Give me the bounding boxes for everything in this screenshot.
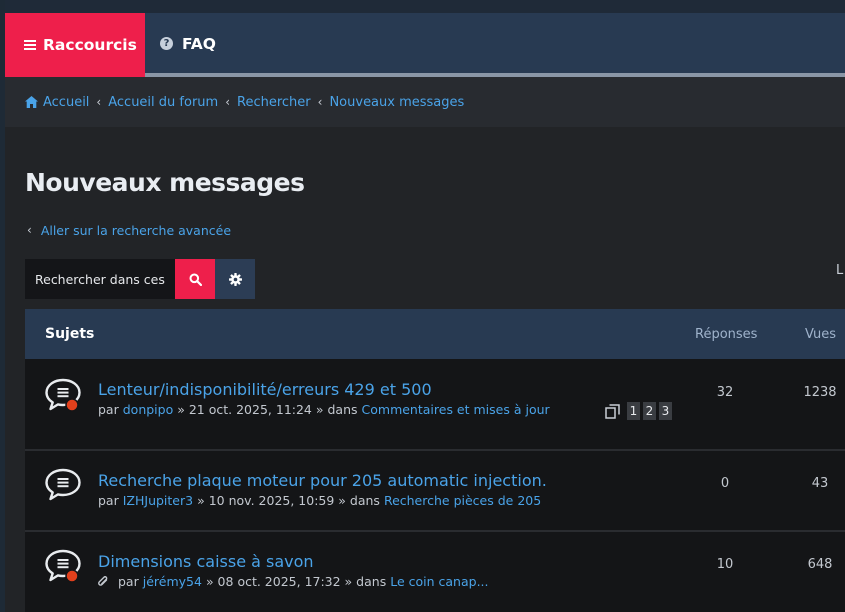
search-input[interactable]: Rechercher dans ces xyxy=(25,259,175,299)
breadcrumb-home[interactable]: Accueil xyxy=(43,95,89,110)
header-topics: Sujets xyxy=(45,326,95,342)
gear-icon xyxy=(228,272,242,286)
paperclip-icon xyxy=(98,575,108,586)
post-date: » 21 oct. 2025, 11:24 » dans xyxy=(177,402,358,417)
topic-title-link[interactable]: Recherche plaque moteur pour 205 automat… xyxy=(98,471,547,490)
by-prefix: par xyxy=(98,402,119,417)
topics-table-header: Sujets Réponses Vues xyxy=(25,309,845,359)
views-count: 648 xyxy=(807,557,833,572)
breadcrumb-forum-index[interactable]: Accueil du forum xyxy=(108,95,218,110)
topic-unread-icon xyxy=(45,378,81,412)
raccourcis-menu-button[interactable]: Raccourcis xyxy=(5,13,145,77)
forum-link[interactable]: Commentaires et mises à jour xyxy=(362,402,550,417)
raccourcis-label: Raccourcis xyxy=(43,36,137,54)
advanced-search-link[interactable]: ‹ Aller sur la recherche avancée xyxy=(27,221,231,239)
forum-link[interactable]: Le coin canap... xyxy=(390,574,488,589)
topic-meta: par IZHJupiter3 » 10 nov. 2025, 10:59 » … xyxy=(98,493,541,508)
author-link[interactable]: IZHJupiter3 xyxy=(123,493,193,508)
topic-read-icon xyxy=(45,468,81,501)
replies-count: 10 xyxy=(716,557,734,572)
pages-icon xyxy=(605,403,620,419)
page-2-button[interactable]: 2 xyxy=(643,402,656,420)
breadcrumb-separator-icon: ‹ xyxy=(225,95,231,109)
truncated-text: L xyxy=(836,263,844,278)
hamburger-icon xyxy=(24,38,36,52)
breadcrumb-search[interactable]: Rechercher xyxy=(237,95,311,110)
faq-link[interactable]: ? FAQ xyxy=(160,13,216,74)
breadcrumb-new-posts[interactable]: Nouveaux messages xyxy=(329,95,464,110)
table-row: Recherche plaque moteur pour 205 automat… xyxy=(25,451,845,530)
author-link[interactable]: jérémy54 xyxy=(143,574,202,589)
topic-unread-icon xyxy=(45,549,81,583)
page-3-button[interactable]: 3 xyxy=(659,402,672,420)
topic-title-link[interactable]: Dimensions caisse à savon xyxy=(98,552,314,571)
topic-pagination: 1 2 3 xyxy=(605,402,675,420)
header-views: Vues xyxy=(805,326,837,342)
by-prefix: par xyxy=(98,493,119,508)
page-1-button[interactable]: 1 xyxy=(627,402,640,420)
search-button[interactable] xyxy=(175,259,215,299)
table-row: Dimensions caisse à savon par jérémy54 »… xyxy=(25,532,845,612)
chevron-left-icon: ‹ xyxy=(27,223,32,237)
replies-count: 0 xyxy=(720,476,730,491)
topic-title-link[interactable]: Lenteur/indisponibilité/erreurs 429 et 5… xyxy=(98,380,432,399)
top-band xyxy=(0,0,845,13)
header-replies: Réponses xyxy=(695,326,758,342)
topic-meta: par jérémy54 » 08 oct. 2025, 17:32 » dan… xyxy=(98,574,489,589)
page-title: Nouveaux messages xyxy=(25,168,305,197)
search-options-button[interactable] xyxy=(215,259,255,299)
search-icon xyxy=(189,273,202,286)
by-prefix: par xyxy=(118,574,139,589)
views-count: 43 xyxy=(811,476,829,491)
replies-count: 32 xyxy=(716,385,734,400)
breadcrumb-separator-icon: ‹ xyxy=(96,95,102,109)
breadcrumb-separator-icon: ‹ xyxy=(317,95,323,109)
question-circle-icon: ? xyxy=(160,37,173,50)
views-count: 1238 xyxy=(803,385,837,400)
forum-link[interactable]: Recherche pièces de 205 xyxy=(384,493,541,508)
post-date: » 08 oct. 2025, 17:32 » dans xyxy=(205,574,387,589)
author-link[interactable]: donpipo xyxy=(123,402,174,417)
post-date: » 10 nov. 2025, 10:59 » dans xyxy=(197,493,380,508)
advanced-search-label: Aller sur la recherche avancée xyxy=(40,222,232,238)
home-icon xyxy=(25,96,38,108)
breadcrumb: Accueil ‹ Accueil du forum ‹ Rechercher … xyxy=(25,93,464,111)
table-row: Lenteur/indisponibilité/erreurs 429 et 5… xyxy=(25,359,845,449)
topic-meta: par donpipo » 21 oct. 2025, 11:24 » dans… xyxy=(98,402,550,417)
faq-label: FAQ xyxy=(182,34,216,53)
